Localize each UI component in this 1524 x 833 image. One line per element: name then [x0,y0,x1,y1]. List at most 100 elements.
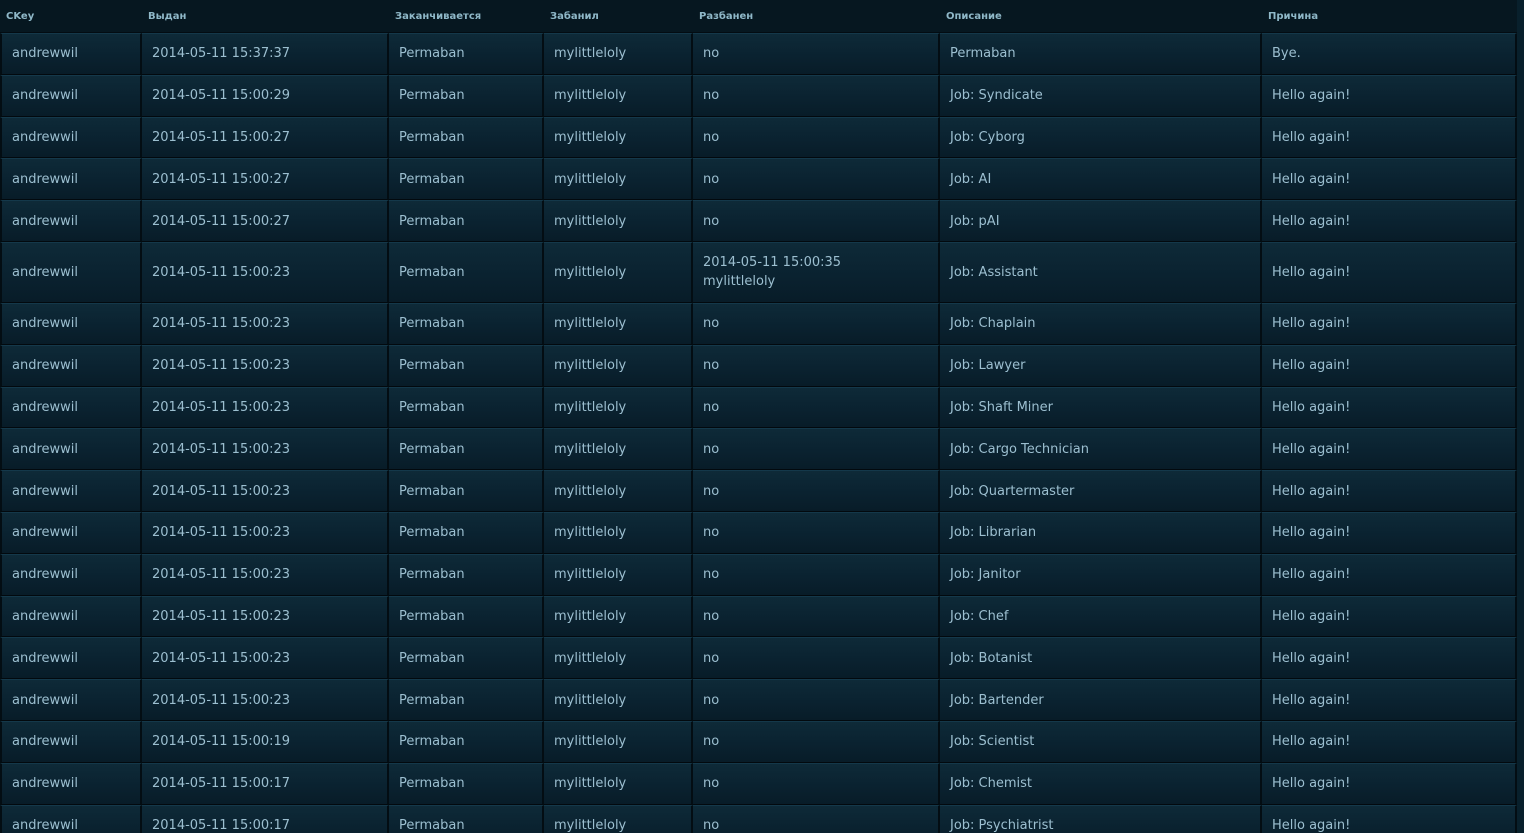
table-row[interactable]: andrewwil 2014-05-11 15:00:23 Permaban myli… [0,553,1517,596]
cell-banned-by: mylittleloly [544,637,693,680]
table-row[interactable]: andrewwil 2014-05-11 15:00:27 Permaban myli… [0,200,1517,242]
unban-date: 2014-05-11 15:00:35 [703,255,842,271]
cell-unbanned: no [693,302,940,345]
table-row[interactable]: andrewwil 2014-05-11 15:00:23 Permaban myli… [0,679,1517,721]
cell-ckey: andrewwil [0,33,142,75]
cell-banned-by: mylittleloly [544,553,693,596]
table-row[interactable]: andrewwil 2014-05-11 15:37:37 Permaban myli… [0,33,1517,75]
table-row[interactable]: andrewwil 2014-05-11 15:00:23 Permaban myli… [0,595,1517,638]
table-row[interactable]: andrewwil 2014-05-11 15:00:27 Permaban myli… [0,116,1517,159]
cell-issued: 2014-05-11 15:00:23 [142,679,389,721]
cell-banned-by: mylittleloly [544,428,693,471]
cell-issued: 2014-05-11 15:00:23 [142,511,389,554]
cell-unbanned: no [693,762,940,805]
cell-issued: 2014-05-11 15:00:23 [142,470,389,512]
cell-issued: 2014-05-11 15:00:19 [142,720,389,763]
unbanned-by: mylittleloly [703,274,776,290]
table-row[interactable]: andrewwil 2014-05-11 15:00:29 Permaban myli… [0,74,1517,117]
cell-description: Job: pAI [940,200,1262,242]
cell-unbanned: no [693,33,940,75]
table-row[interactable]: andrewwil 2014-05-11 15:00:23 Permaban myli… [0,241,1517,303]
cell-issued: 2014-05-11 15:00:29 [142,74,389,117]
table-row[interactable]: andrewwil 2014-05-11 15:00:23 Permaban myli… [0,344,1517,387]
cell-issued: 2014-05-11 15:00:23 [142,553,389,596]
cell-unbanned: no [693,200,940,242]
cell-description: Job: Psychiatrist [940,804,1262,833]
cell-issued: 2014-05-11 15:00:23 [142,241,389,303]
cell-expires: Permaban [389,386,544,429]
cell-expires: Permaban [389,553,544,596]
table-row[interactable]: andrewwil 2014-05-11 15:00:23 Permaban myli… [0,637,1517,680]
cell-unbanned: no [693,116,940,159]
table-row[interactable]: andrewwil 2014-05-11 15:00:23 Permaban myli… [0,511,1517,554]
cell-expires: Permaban [389,595,544,638]
table-row[interactable]: andrewwil 2014-05-11 15:00:17 Permaban myli… [0,762,1517,805]
cell-banned-by: mylittleloly [544,679,693,721]
cell-banned-by: mylittleloly [544,74,693,117]
cell-reason: Hello again! [1262,762,1517,805]
cell-ckey: andrewwil [0,679,142,721]
cell-expires: Permaban [389,720,544,763]
cell-banned-by: mylittleloly [544,200,693,242]
cell-reason: Hello again! [1262,344,1517,387]
cell-issued: 2014-05-11 15:00:17 [142,804,389,833]
column-header-banned-by[interactable]: Забанил [544,0,693,33]
cell-issued: 2014-05-11 15:00:23 [142,302,389,345]
column-header-ckey[interactable]: CKey [0,0,142,33]
cell-reason: Bye. [1262,33,1517,75]
column-header-expires[interactable]: Заканчивается [389,0,544,33]
table-row[interactable]: andrewwil 2014-05-11 15:00:23 Permaban myli… [0,428,1517,471]
cell-ckey: andrewwil [0,428,142,471]
cell-reason: Hello again! [1262,200,1517,242]
cell-unbanned: no [693,553,940,596]
cell-ckey: andrewwil [0,386,142,429]
table-row[interactable]: andrewwil 2014-05-11 15:00:27 Permaban myli… [0,158,1517,201]
column-header-unbanned[interactable]: Разбанен [693,0,940,33]
table-row[interactable]: andrewwil 2014-05-11 15:00:23 Permaban myli… [0,302,1517,345]
cell-unbanned: 2014-05-11 15:00:35 mylittleloly [693,241,940,303]
cell-banned-by: mylittleloly [544,386,693,429]
cell-expires: Permaban [389,637,544,680]
column-header-reason[interactable]: Причина [1262,0,1517,33]
cell-banned-by: mylittleloly [544,33,693,75]
cell-description: Job: Bartender [940,679,1262,721]
cell-description: Permaban [940,33,1262,75]
cell-description: Job: Lawyer [940,344,1262,387]
cell-description: Job: Chemist [940,762,1262,805]
cell-reason: Hello again! [1262,386,1517,429]
cell-unbanned: no [693,344,940,387]
cell-reason: Hello again! [1262,302,1517,345]
cell-ckey: andrewwil [0,553,142,596]
table-row[interactable]: andrewwil 2014-05-11 15:00:17 Permaban myli… [0,804,1517,833]
cell-banned-by: mylittleloly [544,302,693,345]
ban-table: CKey Выдан Заканчивается Забанил Разбане… [0,0,1517,833]
cell-banned-by: mylittleloly [544,720,693,763]
cell-ckey: andrewwil [0,762,142,805]
table-row[interactable]: andrewwil 2014-05-11 15:00:19 Permaban myli… [0,720,1517,763]
cell-reason: Hello again! [1262,116,1517,159]
column-header-issued[interactable]: Выдан [142,0,389,33]
cell-reason: Hello again! [1262,679,1517,721]
cell-reason: Hello again! [1262,428,1517,471]
column-header-description[interactable]: Описание [940,0,1262,33]
cell-description: Job: Cargo Technician [940,428,1262,471]
cell-description: Job: Shaft Miner [940,386,1262,429]
cell-description: Job: Librarian [940,511,1262,554]
table-row[interactable]: andrewwil 2014-05-11 15:00:23 Permaban myli… [0,386,1517,429]
cell-description: Job: Assistant [940,241,1262,303]
cell-banned-by: mylittleloly [544,241,693,303]
cell-description: Job: Quartermaster [940,470,1262,512]
cell-ckey: andrewwil [0,470,142,512]
cell-unbanned: no [693,428,940,471]
cell-issued: 2014-05-11 15:00:17 [142,762,389,805]
cell-banned-by: mylittleloly [544,158,693,201]
cell-ckey: andrewwil [0,74,142,117]
table-row[interactable]: andrewwil 2014-05-11 15:00:23 Permaban myli… [0,470,1517,512]
cell-banned-by: mylittleloly [544,344,693,387]
cell-reason: Hello again! [1262,595,1517,638]
cell-reason: Hello again! [1262,720,1517,763]
cell-banned-by: mylittleloly [544,511,693,554]
cell-issued: 2014-05-11 15:00:23 [142,595,389,638]
cell-ckey: andrewwil [0,637,142,680]
cell-ckey: andrewwil [0,200,142,242]
